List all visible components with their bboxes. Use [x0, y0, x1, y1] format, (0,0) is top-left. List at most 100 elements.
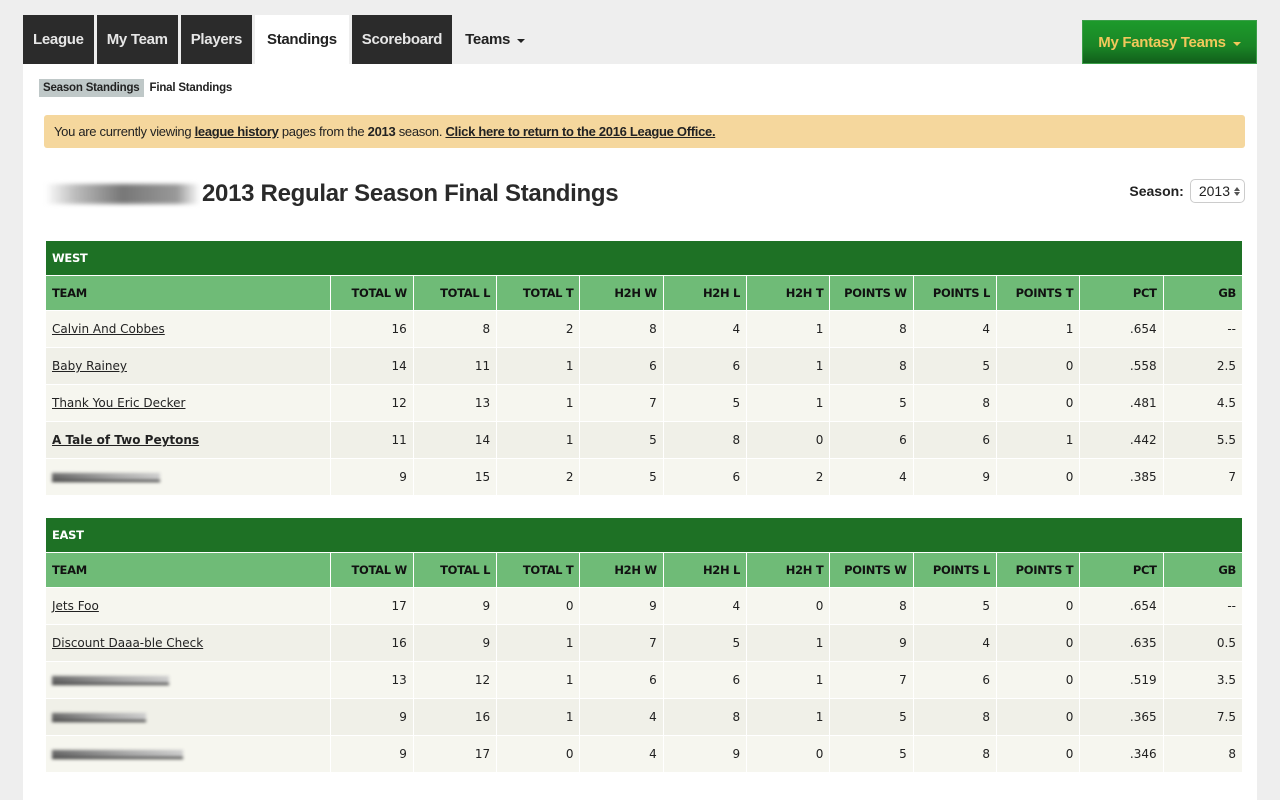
column-header-h2h-w[interactable]: H2H W: [579, 275, 664, 311]
stat-total-l: 12: [412, 661, 498, 699]
column-header-pct[interactable]: PCT: [1079, 552, 1164, 588]
table-row: Thank You Eric Decker 12 13 1 7 5 1 5 8 0.481 4.5: [45, 384, 1244, 422]
stat-pct: .654: [1079, 310, 1164, 348]
column-header-gb[interactable]: GB: [1162, 275, 1244, 311]
team-cell: Calvin And Cobbes: [45, 310, 331, 348]
stat-total-t: 1: [496, 698, 581, 736]
stat-total-w: 17: [329, 587, 414, 625]
stat-points-l: 6: [912, 421, 998, 459]
my-fantasy-teams-button[interactable]: My Fantasy Teams: [1082, 20, 1257, 64]
stat-h2h-l: 8: [662, 698, 748, 736]
column-header-total-w[interactable]: TOTAL W: [329, 552, 414, 588]
redacted-league-name: [45, 184, 200, 204]
stat-total-l: 17: [412, 735, 498, 773]
column-header-total-t[interactable]: TOTAL T: [496, 552, 581, 588]
tab-league[interactable]: League: [23, 15, 94, 64]
stat-h2h-w: 5: [579, 421, 664, 459]
column-header-total-t[interactable]: TOTAL T: [496, 275, 581, 311]
tab-players[interactable]: Players: [180, 15, 252, 64]
column-header-points-w[interactable]: POINTS W: [829, 275, 914, 311]
history-notice: You are currently viewing league history…: [44, 115, 1245, 148]
stat-h2h-l: 4: [662, 310, 748, 348]
team-link[interactable]: Discount Daaa-ble Check: [52, 636, 203, 650]
team-link[interactable]: Baby Rainey: [52, 359, 127, 373]
column-header-team[interactable]: TEAM: [45, 552, 331, 588]
column-header-h2h-w[interactable]: H2H W: [579, 552, 664, 588]
column-header-gb[interactable]: GB: [1162, 552, 1244, 588]
tab-scoreboard[interactable]: Scoreboard: [351, 15, 453, 64]
column-header-total-l[interactable]: TOTAL L: [412, 552, 498, 588]
stat-total-t: 1: [496, 384, 581, 422]
stat-h2h-w: 7: [579, 624, 664, 662]
stat-total-t: 1: [496, 421, 581, 459]
team-link[interactable]: Thank You Eric Decker: [52, 396, 185, 410]
team-link[interactable]: Jets Foo: [52, 599, 99, 613]
stat-h2h-l: 8: [662, 421, 748, 459]
team-link[interactable]: [52, 710, 146, 724]
column-header-team[interactable]: TEAM: [45, 275, 331, 311]
title-row: 2013 Regular Season Final Standings Seas…: [45, 177, 1245, 211]
stat-h2h-l: 4: [662, 587, 748, 625]
stat-h2h-l: 5: [662, 624, 748, 662]
stat-h2h-t: 0: [746, 735, 831, 773]
division-header-row: WEST: [45, 240, 1243, 276]
column-header-total-l[interactable]: TOTAL L: [412, 275, 498, 311]
season-select[interactable]: 2013: [1189, 179, 1245, 203]
column-header-points-l[interactable]: POINTS L: [912, 552, 998, 588]
stat-h2h-w: 8: [579, 310, 664, 348]
chevron-down-icon: [1232, 41, 1241, 46]
stat-h2h-t: 1: [746, 698, 831, 736]
return-league-office-link[interactable]: Click here to return to the 2016 League …: [445, 124, 715, 139]
column-header-pct[interactable]: PCT: [1079, 275, 1164, 311]
table-row: 9 16 1 4 8 1 5 8 0.365 7.5: [45, 698, 1244, 736]
stat-total-l: 9: [412, 587, 498, 625]
stat-h2h-t: 1: [746, 347, 831, 385]
stat-gb: 3.5: [1162, 661, 1244, 699]
column-header-points-l[interactable]: POINTS L: [912, 275, 998, 311]
team-link[interactable]: [52, 747, 183, 761]
column-header-points-t[interactable]: POINTS T: [996, 275, 1081, 311]
stat-h2h-w: 6: [579, 661, 664, 699]
team-link[interactable]: [52, 470, 160, 484]
team-cell: A Tale of Two Peytons: [45, 421, 331, 459]
column-header-h2h-t[interactable]: H2H T: [746, 275, 831, 311]
stat-total-w: 14: [329, 347, 414, 385]
team-cell: [45, 698, 331, 736]
team-link[interactable]: [52, 673, 169, 687]
stat-points-t: 0: [996, 587, 1081, 625]
subtab-final-standings[interactable]: Final Standings: [146, 79, 237, 97]
tab-my-team[interactable]: My Team: [96, 15, 178, 64]
stat-h2h-t: 1: [746, 310, 831, 348]
column-header-h2h-l[interactable]: H2H L: [662, 275, 748, 311]
column-header-total-w[interactable]: TOTAL W: [329, 275, 414, 311]
stat-pct: .346: [1079, 735, 1164, 773]
team-link[interactable]: A Tale of Two Peytons: [52, 433, 199, 447]
stat-points-l: 9: [912, 458, 998, 496]
stat-points-w: 8: [829, 347, 914, 385]
stat-total-w: 9: [329, 735, 414, 773]
stat-total-l: 14: [412, 421, 498, 459]
subtab-season-standings[interactable]: Season Standings: [39, 79, 144, 97]
season-label: Season:: [1129, 183, 1184, 199]
stat-total-l: 13: [412, 384, 498, 422]
stat-points-t: 0: [996, 347, 1081, 385]
redacted-team-name: [52, 676, 169, 685]
stat-points-l: 8: [912, 384, 998, 422]
column-header-points-t[interactable]: POINTS T: [996, 552, 1081, 588]
tab-standings[interactable]: Standings: [254, 15, 349, 64]
table-row: 9 15 2 5 6 2 4 9 0.385 7: [45, 458, 1244, 496]
stat-h2h-t: 2: [746, 458, 831, 496]
league-history-link[interactable]: league history: [195, 124, 279, 139]
stat-h2h-w: 5: [579, 458, 664, 496]
column-header-h2h-t[interactable]: H2H T: [746, 552, 831, 588]
teams-dropdown[interactable]: Teams: [455, 15, 535, 64]
table-row: A Tale of Two Peytons 11 14 1 5 8 0 6 6 1.442 5.5: [45, 421, 1244, 459]
column-header-h2h-l[interactable]: H2H L: [662, 552, 748, 588]
column-header-row: TEAM TOTAL W TOTAL L TOTAL T H2H W H2H L H2H T…: [45, 552, 1244, 588]
team-link[interactable]: Calvin And Cobbes: [52, 322, 165, 336]
season-selector: Season: 2013: [1129, 179, 1245, 203]
stat-points-t: 1: [996, 310, 1081, 348]
stat-total-w: 16: [329, 624, 414, 662]
column-header-points-w[interactable]: POINTS W: [829, 552, 914, 588]
redacted-team-name: [52, 750, 183, 759]
